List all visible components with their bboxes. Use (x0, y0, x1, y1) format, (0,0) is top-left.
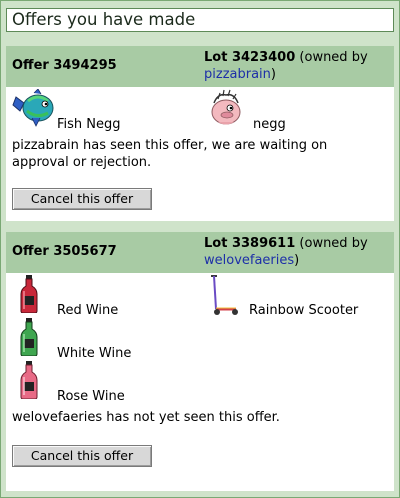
cancel-offer-label: Cancel this offer (30, 190, 134, 206)
red-wine-bottle-icon (20, 275, 38, 313)
offer-id: Offer 3505677 (12, 244, 117, 259)
negg-icon (206, 89, 246, 129)
offer-status: welovefaeries has not yet seen this offe… (12, 410, 280, 425)
offer-card: Offer 3505677 Lot 3389611 (owned by welo… (6, 232, 394, 491)
item-name: negg (253, 117, 286, 132)
cancel-offer-button[interactable]: Cancel this offer (12, 445, 152, 467)
white-wine-bottle-icon (20, 318, 38, 356)
page-frame: Offers you have made Offer 3494295 Lot 3… (0, 0, 400, 498)
item-name: Rose Wine (57, 389, 125, 404)
item-name: Red Wine (57, 303, 119, 318)
owned-by-text: (owned by (295, 236, 368, 251)
item-name: White Wine (57, 346, 132, 361)
owned-by-close: ) (294, 253, 300, 268)
offer-header: Offer 3494295 Lot 3423400 (owned by pizz… (6, 46, 394, 87)
offer-id: Offer 3494295 (12, 58, 117, 73)
item-name: Fish Negg (57, 117, 121, 132)
offer-header: Offer 3505677 Lot 3389611 (owned by welo… (6, 232, 394, 273)
cancel-offer-button[interactable]: Cancel this offer (12, 188, 152, 210)
rose-wine-bottle-icon (20, 361, 38, 399)
lot-info: Lot 3423400 (owned by pizzabrain) (204, 49, 392, 83)
page-title: Offers you have made (12, 10, 196, 29)
page-header: Offers you have made (6, 8, 394, 32)
cancel-offer-label: Cancel this offer (30, 447, 134, 463)
owned-by-text: (owned by (295, 50, 368, 65)
fish-negg-icon (10, 89, 54, 129)
lot-id: Lot 3389611 (204, 236, 296, 251)
offer-status: pizzabrain has seen this offer, we are w… (12, 138, 328, 170)
owner-link[interactable]: pizzabrain (204, 67, 271, 82)
lot-id: Lot 3423400 (204, 50, 296, 65)
owner-link[interactable]: welovefaeries (204, 253, 294, 268)
rainbow-scooter-icon (208, 275, 240, 317)
item-name: Rainbow Scooter (249, 303, 359, 318)
owned-by-close: ) (270, 67, 276, 82)
lot-info: Lot 3389611 (owned by welovefaeries) (204, 235, 392, 269)
offer-card: Offer 3494295 Lot 3423400 (owned by pizz… (6, 46, 394, 221)
